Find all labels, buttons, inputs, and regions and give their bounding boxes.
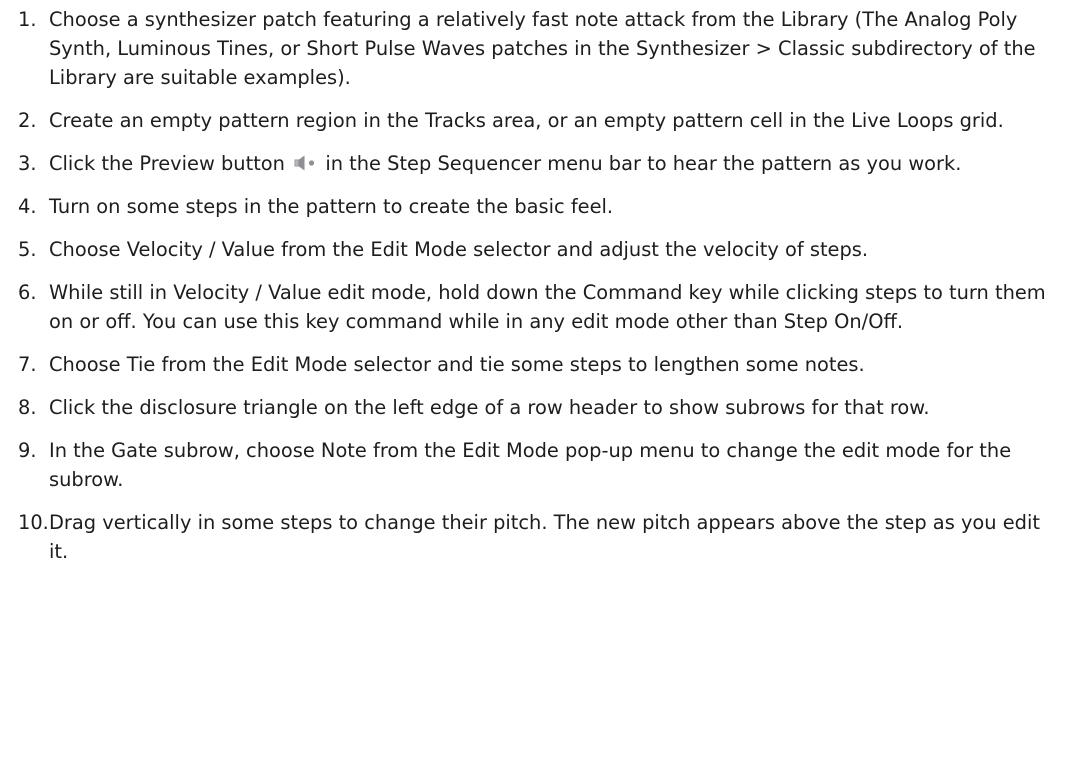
step-text: Choose Velocity / Value from the Edit Mo… (49, 238, 869, 261)
step-text: Drag vertically in some steps to change … (49, 511, 1040, 563)
list-item: 1. Choose a synthesizer patch featuring … (18, 5, 1058, 92)
list-item: 2. Create an empty pattern region in the… (18, 106, 1058, 135)
document-page: 1. Choose a synthesizer patch featuring … (0, 0, 1078, 778)
list-item: 4. Turn on some steps in the pattern to … (18, 192, 1058, 221)
step-number: 10. (18, 511, 49, 534)
step-number: 2. (18, 109, 37, 132)
step-list: 1. Choose a synthesizer patch featuring … (18, 5, 1058, 566)
step-text: Choose a synthesizer patch featuring a r… (49, 8, 1036, 89)
list-item: 8. Click the disclosure triangle on the … (18, 393, 1058, 422)
list-item: 7. Choose Tie from the Edit Mode selecto… (18, 350, 1058, 379)
list-item: 6. While still in Velocity / Value edit … (18, 278, 1058, 336)
step-text: Click the disclosure triangle on the lef… (49, 396, 930, 419)
list-item: 10. Drag vertically in some steps to cha… (18, 508, 1058, 566)
step-text-before-icon: Click the Preview button (49, 152, 285, 175)
step-text: In the Gate subrow, choose Note from the… (49, 439, 1012, 491)
step-number: 6. (18, 281, 37, 304)
step-number: 8. (18, 396, 37, 419)
step-text: Click the Preview button in the Step Seq… (49, 149, 1058, 178)
step-number: 5. (18, 238, 37, 261)
step-text-after-icon: in the Step Sequencer menu bar to hear t… (325, 152, 962, 175)
preview-speaker-icon (293, 152, 317, 172)
step-number: 9. (18, 439, 37, 462)
step-text: While still in Velocity / Value edit mod… (49, 281, 1046, 333)
step-number: 1. (18, 8, 37, 31)
step-number: 4. (18, 195, 37, 218)
step-number: 3. (18, 152, 37, 175)
list-item: 9. In the Gate subrow, choose Note from … (18, 436, 1058, 494)
list-item: 3. Click the Preview button in the Step … (18, 149, 1058, 178)
list-item: 5. Choose Velocity / Value from the Edit… (18, 235, 1058, 264)
step-number: 7. (18, 353, 37, 376)
step-text: Create an empty pattern region in the Tr… (49, 109, 1004, 132)
step-text: Choose Tie from the Edit Mode selector a… (49, 353, 865, 376)
step-text: Turn on some steps in the pattern to cre… (49, 195, 614, 218)
